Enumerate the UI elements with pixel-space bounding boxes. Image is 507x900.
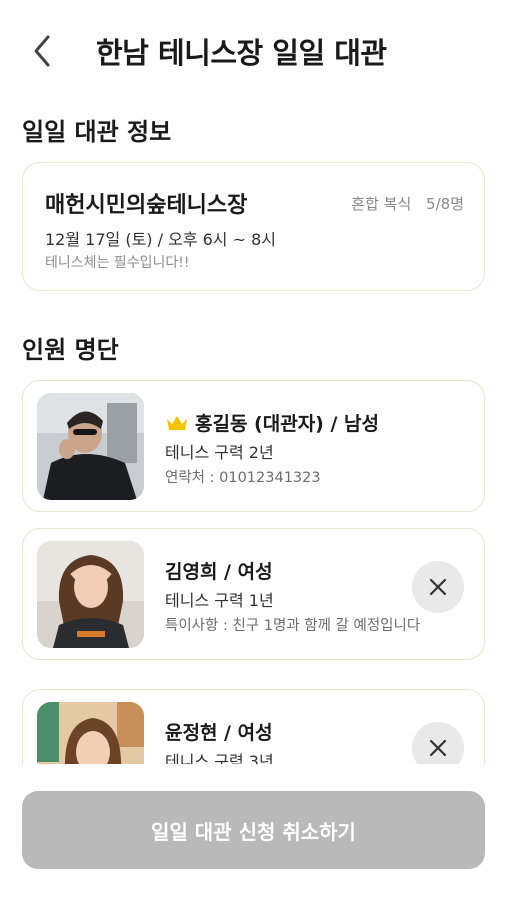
cancel-booking-button[interactable]: 일일 대관 신청 취소하기 xyxy=(22,791,485,869)
page-title: 한남 테니스장 일일 대관 xyxy=(96,36,387,70)
remove-member-button[interactable] xyxy=(412,561,464,613)
avatar xyxy=(37,541,144,648)
booking-info-heading: 일일 대관 정보 xyxy=(22,118,172,146)
booking-notice: 테니스체는 필수입니다!! xyxy=(45,255,190,271)
back-button[interactable] xyxy=(22,28,62,74)
member-career: 테니스 구력 1년 xyxy=(165,591,274,610)
member-name: 김영희 / 여성 xyxy=(165,561,273,583)
chevron-left-icon xyxy=(34,35,50,67)
member-name: 윤정현 / 여성 xyxy=(165,722,273,744)
member-name-row: 홍길동 (대관자) / 남성 xyxy=(165,409,379,436)
member-note: 특이사항 : 친구 1명과 함께 갈 예정입니다 xyxy=(165,618,421,634)
member-career: 테니스 구력 3년 xyxy=(165,752,274,764)
avatar xyxy=(37,702,144,764)
member-card: 홍길동 (대관자) / 남성 테니스 구력 2년 연락처 : 010123413… xyxy=(22,380,485,512)
booking-info-card: 매헌시민의숲테니스장 혼합 복식 5/8명 12월 17일 (토) / 오후 6… xyxy=(22,162,485,291)
roster-list[interactable]: 홍길동 (대관자) / 남성 테니스 구력 2년 연락처 : 010123413… xyxy=(0,375,507,764)
crown-icon xyxy=(167,415,187,430)
member-name: 홍길동 (대관자) / 남성 xyxy=(195,413,379,435)
roster-heading: 인원 명단 xyxy=(22,336,119,364)
member-card: 김영희 / 여성 테니스 구력 1년 특이사항 : 친구 1명과 함께 갈 예정… xyxy=(22,528,485,660)
match-type: 혼합 복식 xyxy=(351,195,412,213)
member-career: 테니스 구력 2년 xyxy=(165,443,274,462)
member-name-row: 윤정현 / 여성 xyxy=(165,718,273,745)
avatar xyxy=(37,393,144,500)
member-name-row: 김영희 / 여성 xyxy=(165,557,273,584)
capacity-count: 5/8명 xyxy=(426,195,464,213)
court-name: 매헌시민의숲테니스장 xyxy=(45,193,248,218)
match-meta: 혼합 복식 5/8명 xyxy=(341,193,464,214)
booking-datetime: 12월 17일 (토) / 오후 6시 ~ 8시 xyxy=(45,230,277,249)
close-icon xyxy=(429,739,447,757)
member-contact: 연락처 : 01012341323 xyxy=(165,470,321,486)
close-icon xyxy=(429,578,447,596)
member-card: 윤정현 / 여성 테니스 구력 3년 xyxy=(22,689,485,764)
remove-member-button[interactable] xyxy=(412,722,464,764)
app-header: 한남 테니스장 일일 대관 xyxy=(0,0,507,100)
